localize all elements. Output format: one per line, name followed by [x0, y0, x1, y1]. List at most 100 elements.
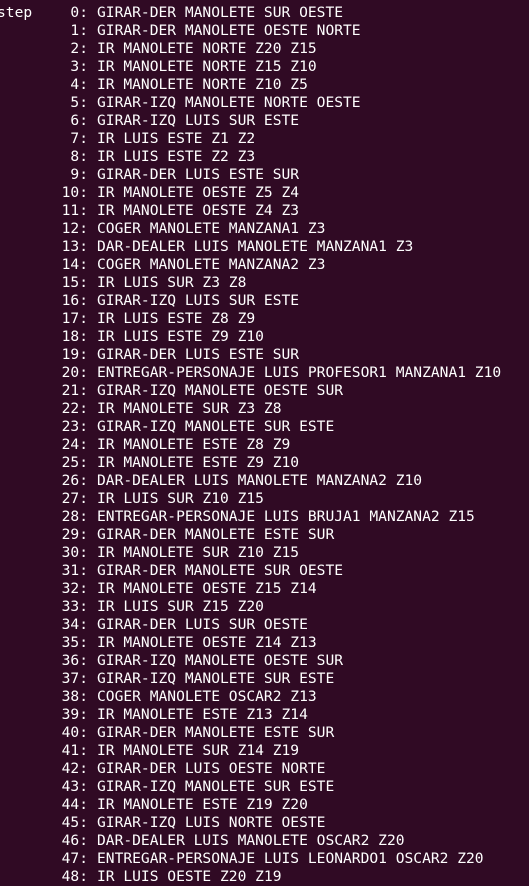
step-number: 29:: [61, 526, 88, 543]
step-command: IR MANOLETE NORTE Z20 Z15: [97, 40, 317, 57]
plan-step-line: 37: GIRAR-IZQ MANOLETE SUR ESTE: [0, 670, 529, 688]
step-number: 44:: [61, 796, 88, 813]
plan-step-line: 21: GIRAR-IZQ MANOLETE OESTE SUR: [0, 382, 529, 400]
plan-step-line: 34: GIRAR-DER LUIS SUR OESTE: [0, 616, 529, 634]
plan-step-line: 17: IR LUIS ESTE Z8 Z9: [0, 310, 529, 328]
plan-step-line: 26: DAR-DEALER LUIS MANOLETE MANZANA2 Z10: [0, 472, 529, 490]
step-number: 22:: [61, 400, 88, 417]
step-command: IR LUIS SUR Z10 Z15: [97, 490, 264, 507]
step-number: 11:: [61, 202, 88, 219]
step-command: GIRAR-IZQ MANOLETE SUR ESTE: [97, 778, 335, 795]
terminal-output: step 0: GIRAR-DER MANOLETE SUR OESTE 1: GIRA…: [0, 4, 529, 886]
step-command: IR MANOLETE OESTE Z14 Z13: [97, 634, 317, 651]
step-command: COGER MANOLETE OSCAR2 Z13: [97, 688, 317, 705]
step-command: IR MANOLETE ESTE Z13 Z14: [97, 706, 308, 723]
step-command: GIRAR-IZQ MANOLETE SUR ESTE: [97, 670, 335, 687]
step-number: 30:: [61, 544, 88, 561]
plan-step-line: 22: IR MANOLETE SUR Z3 Z8: [0, 400, 529, 418]
step-number: 2:: [70, 40, 88, 57]
step-number: 5:: [70, 94, 88, 111]
plan-step-line: 1: GIRAR-DER MANOLETE OESTE NORTE: [0, 22, 529, 40]
plan-step-line: 24: IR MANOLETE ESTE Z8 Z9: [0, 436, 529, 454]
plan-step-line: 39: IR MANOLETE ESTE Z13 Z14: [0, 706, 529, 724]
step-number: 37:: [61, 670, 88, 687]
step-number: 34:: [61, 616, 88, 633]
step-number: 20:: [61, 364, 88, 381]
plan-step-line: 12: COGER MANOLETE MANZANA1 Z3: [0, 220, 529, 238]
step-command: GIRAR-IZQ MANOLETE OESTE SUR: [97, 652, 344, 669]
plan-step-line: 30: IR MANOLETE SUR Z10 Z15: [0, 544, 529, 562]
step-command: GIRAR-IZQ MANOLETE SUR ESTE: [97, 418, 335, 435]
step-number: 21:: [61, 382, 88, 399]
step-command: IR MANOLETE ESTE Z8 Z9: [97, 436, 291, 453]
plan-step-line: 33: IR LUIS SUR Z15 Z20: [0, 598, 529, 616]
step-command: GIRAR-IZQ LUIS SUR ESTE: [97, 292, 300, 309]
step-command: IR MANOLETE NORTE Z15 Z10: [97, 58, 317, 75]
step-command: IR LUIS ESTE Z9 Z10: [97, 328, 264, 345]
plan-step-line: 7: IR LUIS ESTE Z1 Z2: [0, 130, 529, 148]
step-number: 47:: [61, 850, 88, 867]
step-number: 28:: [61, 508, 88, 525]
plan-step-line: 42: GIRAR-DER LUIS OESTE NORTE: [0, 760, 529, 778]
plan-step-line: 8: IR LUIS ESTE Z2 Z3: [0, 148, 529, 166]
step-number: 23:: [61, 418, 88, 435]
step-command: GIRAR-DER LUIS OESTE NORTE: [97, 760, 326, 777]
step-number: 25:: [61, 454, 88, 471]
step-number: 41:: [61, 742, 88, 759]
step-command: COGER MANOLETE MANZANA2 Z3: [97, 256, 326, 273]
step-command: IR MANOLETE NORTE Z10 Z5: [97, 76, 308, 93]
step-command: ENTREGAR-PERSONAJE LUIS PROFESOR1 MANZAN…: [97, 364, 502, 381]
plan-step-line: 40: GIRAR-DER MANOLETE ESTE SUR: [0, 724, 529, 742]
step-number: 8:: [70, 148, 88, 165]
step-number: 10:: [61, 184, 88, 201]
plan-step-line: 11: IR MANOLETE OESTE Z4 Z3: [0, 202, 529, 220]
step-command: ENTREGAR-PERSONAJE LUIS BRUJA1 MANZANA2 …: [97, 508, 475, 525]
step-command: IR LUIS ESTE Z2 Z3: [97, 148, 256, 165]
step-number: 6:: [70, 112, 88, 129]
step-command: IR MANOLETE OESTE Z5 Z4: [97, 184, 300, 201]
plan-step-line: 18: IR LUIS ESTE Z9 Z10: [0, 328, 529, 346]
plan-step-line: 32: IR MANOLETE OESTE Z15 Z14: [0, 580, 529, 598]
plan-step-line: 36: GIRAR-IZQ MANOLETE OESTE SUR: [0, 652, 529, 670]
plan-step-line: 6: GIRAR-IZQ LUIS SUR ESTE: [0, 112, 529, 130]
step-command: DAR-DEALER LUIS MANOLETE OSCAR2 Z20: [97, 832, 405, 849]
step-number: 36:: [61, 652, 88, 669]
plan-step-line: 27: IR LUIS SUR Z10 Z15: [0, 490, 529, 508]
step-number: 4:: [70, 76, 88, 93]
plan-step-line: 14: COGER MANOLETE MANZANA2 Z3: [0, 256, 529, 274]
step-number: 18:: [61, 328, 88, 345]
step-number: 1:: [70, 22, 88, 39]
step-command: GIRAR-DER MANOLETE SUR OESTE: [97, 4, 344, 21]
plan-step-line: 20: ENTREGAR-PERSONAJE LUIS PROFESOR1 MAN…: [0, 364, 529, 382]
step-command: DAR-DEALER LUIS MANOLETE MANZANA2 Z10: [97, 472, 423, 489]
plan-step-line: 3: IR MANOLETE NORTE Z15 Z10: [0, 58, 529, 76]
step-number: 24:: [61, 436, 88, 453]
plan-step-line: step 0: GIRAR-DER MANOLETE SUR OESTE: [0, 4, 529, 22]
step-command: IR LUIS OESTE Z20 Z19: [97, 868, 282, 885]
plan-step-line: 43: GIRAR-IZQ MANOLETE SUR ESTE: [0, 778, 529, 796]
step-command: IR MANOLETE SUR Z3 Z8: [97, 400, 282, 417]
step-command: GIRAR-DER LUIS SUR OESTE: [97, 616, 308, 633]
plan-step-line: 28: ENTREGAR-PERSONAJE LUIS BRUJA1 MANZAN…: [0, 508, 529, 526]
step-number: 38:: [61, 688, 88, 705]
plan-step-line: 38: COGER MANOLETE OSCAR2 Z13: [0, 688, 529, 706]
plan-step-line: 19: GIRAR-DER LUIS ESTE SUR: [0, 346, 529, 364]
step-number: 17:: [61, 310, 88, 327]
step-number: 31:: [61, 562, 88, 579]
step-number: 26:: [61, 472, 88, 489]
step-number: 43:: [61, 778, 88, 795]
plan-step-line: 35: IR MANOLETE OESTE Z14 Z13: [0, 634, 529, 652]
plan-step-line: 15: IR LUIS SUR Z3 Z8: [0, 274, 529, 292]
plan-step-line: 23: GIRAR-IZQ MANOLETE SUR ESTE: [0, 418, 529, 436]
plan-step-line: 13: DAR-DEALER LUIS MANOLETE MANZANA1 Z3: [0, 238, 529, 256]
step-command: IR LUIS ESTE Z1 Z2: [97, 130, 256, 147]
step-number: 16:: [61, 292, 88, 309]
step-number: 19:: [61, 346, 88, 363]
step-number: 27:: [61, 490, 88, 507]
plan-step-line: 2: IR MANOLETE NORTE Z20 Z15: [0, 40, 529, 58]
plan-step-line: 16: GIRAR-IZQ LUIS SUR ESTE: [0, 292, 529, 310]
step-command: IR MANOLETE SUR Z10 Z15: [97, 544, 300, 561]
step-number: 12:: [61, 220, 88, 237]
step-command: IR MANOLETE SUR Z14 Z19: [97, 742, 300, 759]
plan-step-line: 48: IR LUIS OESTE Z20 Z19: [0, 868, 529, 886]
